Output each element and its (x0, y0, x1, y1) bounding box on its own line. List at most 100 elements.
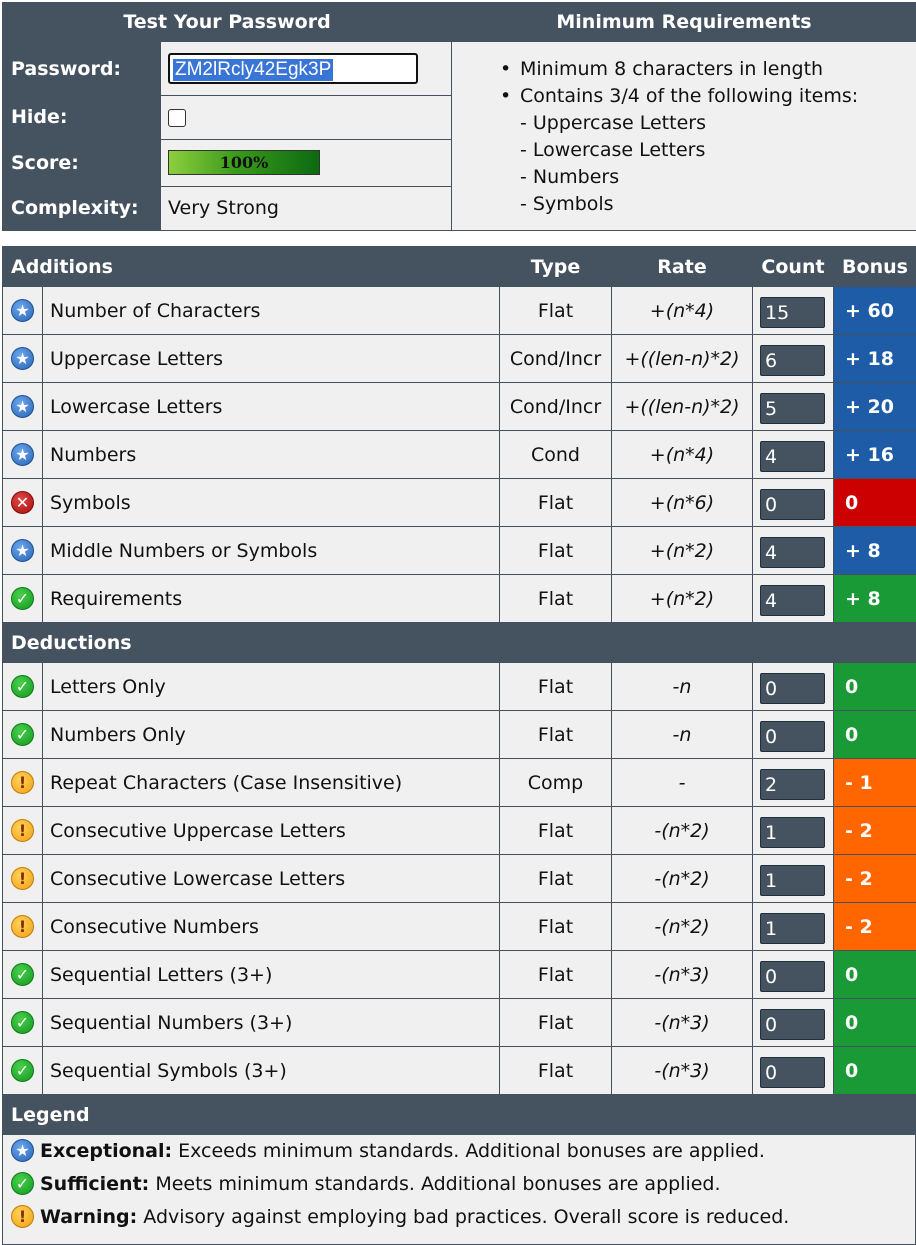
legend-desc: Meets minimum standards. Additional bonu… (149, 1173, 721, 1195)
criterion-name: Uppercase Letters (42, 334, 500, 383)
count-field[interactable]: 0 (760, 1008, 825, 1040)
criterion-type: Comp (499, 758, 612, 807)
table-row: ! Consecutive Uppercase Letters Flat -(n*2)… (2, 806, 916, 855)
requirement-sub-item: - Lowercase Letters (520, 139, 706, 162)
count-field[interactable]: 15 (760, 296, 825, 328)
count-field[interactable]: 0 (760, 720, 825, 752)
criterion-rate: -n (611, 710, 753, 759)
status-icon-cell: ★ (2, 526, 43, 575)
legend-term: Exceptional: (40, 1140, 173, 1162)
bonus-value: 0 (833, 710, 916, 759)
bonus-value: + 8 (833, 574, 916, 623)
criterion-name: Consecutive Lowercase Letters (42, 854, 500, 903)
status-icon-cell: ✓ (2, 950, 43, 999)
table-row: ! Repeat Characters (Case Insensitive) Com… (2, 758, 916, 807)
count-cell: 6 (752, 334, 834, 383)
requirement-sub-item: - Numbers (520, 166, 620, 189)
status-icon-cell: ! (2, 758, 43, 807)
count-cell: 5 (752, 382, 834, 431)
legend-header: Legend (3, 1095, 915, 1135)
count-cell: 0 (752, 710, 834, 759)
criterion-rate: +((len-n)*2) (611, 334, 753, 383)
additions-rows: ★ Number of Characters Flat +(n*4) 15 + 60 ★ Up… (2, 286, 916, 623)
criterion-name: Middle Numbers or Symbols (42, 526, 500, 575)
criterion-type: Cond/Incr (499, 334, 612, 383)
criterion-rate: +(n*4) (611, 430, 753, 479)
count-field[interactable]: 1 (760, 816, 825, 848)
deductions-header: Deductions (2, 622, 916, 663)
count-field[interactable]: 1 (760, 912, 825, 944)
count-field[interactable]: 0 (760, 488, 825, 520)
criterion-name: Sequential Symbols (3+) (42, 1046, 500, 1095)
criterion-rate: -(n*2) (611, 806, 753, 855)
star-icon: ★ (11, 443, 34, 466)
criterion-type: Flat (499, 526, 612, 575)
criterion-rate: +(n*6) (611, 478, 753, 527)
password-test-panel: Test Your Password Minimum Requirements … (2, 1, 916, 232)
criterion-rate: -(n*2) (611, 854, 753, 903)
warning-icon: ! (11, 867, 34, 890)
criterion-type: Cond/Incr (499, 382, 612, 431)
count-cell: 15 (752, 286, 834, 335)
bonus-header: Bonus (833, 246, 916, 287)
star-icon: ★ (11, 395, 34, 418)
criterion-name: Sequential Numbers (3+) (42, 998, 500, 1047)
password-cell: ZM2lRcly42Egk3P (160, 41, 452, 97)
type-header: Type (499, 246, 612, 287)
count-cell: 0 (752, 478, 834, 527)
count-field[interactable]: 0 (760, 1056, 825, 1088)
count-field[interactable]: 5 (760, 392, 825, 424)
requirements-list: Minimum 8 characters in length Contains … (452, 56, 916, 218)
status-icon-cell: ✓ (2, 1046, 43, 1095)
table-row: ✓ Requirements Flat +(n*2) 4 + 8 (2, 574, 916, 623)
count-field[interactable]: 4 (760, 584, 825, 616)
bonus-value: 0 (833, 998, 916, 1047)
bonus-value: 0 (833, 1046, 916, 1095)
table-row: ✕ Symbols Flat +(n*6) 0 0 (2, 478, 916, 527)
table-row: ★ Numbers Cond +(n*4) 4 + 16 (2, 430, 916, 479)
status-icon-cell: ! (2, 854, 43, 903)
criterion-type: Flat (499, 902, 612, 951)
count-field[interactable]: 1 (760, 864, 825, 896)
criterion-rate: +(n*4) (611, 286, 753, 335)
legend-desc: Exceeds minimum standards. Additional bo… (172, 1140, 765, 1162)
criterion-name: Consecutive Uppercase Letters (42, 806, 500, 855)
check-icon: ✓ (11, 1171, 34, 1195)
status-icon-cell: ✕ (2, 478, 43, 527)
criterion-rate: +(n*2) (611, 574, 753, 623)
requirement-item: Contains 3/4 of the following items: (520, 83, 916, 110)
bonus-value: - 2 (833, 902, 916, 951)
legend-term: Sufficient: (40, 1173, 150, 1195)
criterion-name: Numbers (42, 430, 500, 479)
count-field[interactable]: 4 (760, 440, 825, 472)
status-icon-cell: ! (2, 902, 43, 951)
score-breakdown-table: Additions Type Rate Count Bonus ★ Number … (2, 246, 916, 1095)
star-icon: ★ (11, 299, 34, 322)
count-field[interactable]: 4 (760, 536, 825, 568)
table-row: ★ Number of Characters Flat +(n*4) 15 + 60 (2, 286, 916, 335)
star-icon: ★ (11, 1138, 34, 1162)
count-field[interactable]: 0 (760, 960, 825, 992)
criterion-type: Cond (499, 430, 612, 479)
status-icon-cell: ✓ (2, 574, 43, 623)
criterion-type: Flat (499, 478, 612, 527)
legend-term: Warning: (40, 1206, 138, 1228)
count-field[interactable]: 2 (760, 768, 825, 800)
table-row: ★ Middle Numbers or Symbols Flat +(n*2) 4 + 8 (2, 526, 916, 575)
password-label: Password: (2, 41, 161, 97)
table-row: ★ Lowercase Letters Cond/Incr +((len-n)*2) 5… (2, 382, 916, 431)
criterion-name: Letters Only (42, 662, 500, 711)
hide-checkbox[interactable] (168, 108, 186, 127)
criterion-rate: -(n*3) (611, 998, 753, 1047)
check-icon: ✓ (11, 1059, 34, 1082)
count-field[interactable]: 6 (760, 344, 825, 376)
count-field[interactable]: 0 (760, 672, 825, 704)
requirement-sub-item: - Symbols (520, 193, 614, 216)
hide-cell (160, 95, 452, 140)
bonus-value: + 20 (833, 382, 916, 431)
test-header: Test Your Password (2, 1, 452, 43)
table-row: ✓ Numbers Only Flat -n 0 0 (2, 710, 916, 759)
table-row: ✓ Letters Only Flat -n 0 0 (2, 662, 916, 711)
requirements-list-cell: Minimum 8 characters in length Contains … (451, 41, 916, 231)
password-input[interactable]: ZM2lRcly42Egk3P (168, 53, 418, 85)
